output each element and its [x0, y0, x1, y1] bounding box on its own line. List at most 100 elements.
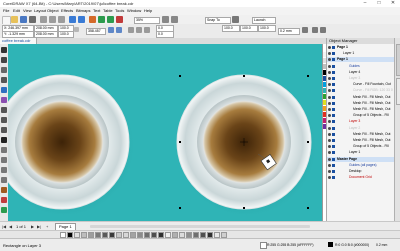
visibility-eye-icon[interactable]	[328, 170, 331, 173]
object-tree-row[interactable]: Desktop	[327, 169, 395, 174]
object-tree-row[interactable]: Layer 3	[327, 76, 395, 81]
crop-tool-icon[interactable]	[1, 67, 7, 73]
print-toggle-icon[interactable]	[332, 120, 335, 124]
print-toggle-icon[interactable]	[332, 108, 335, 111]
print-toggle-icon[interactable]	[332, 176, 335, 180]
visibility-eye-icon[interactable]	[328, 120, 331, 124]
object-tree-row[interactable]: Page 1	[327, 45, 395, 50]
visibility-eye-icon[interactable]	[328, 126, 331, 130]
print-toggle-icon[interactable]	[332, 163, 335, 167]
print-toggle-icon[interactable]	[332, 64, 335, 68]
save-icon[interactable]	[20, 16, 27, 23]
visibility-eye-icon[interactable]	[328, 70, 331, 74]
cut-icon[interactable]	[40, 16, 47, 23]
snap-to-dropdown[interactable]: Snap To	[205, 17, 231, 24]
launch-dropdown[interactable]: Launch	[252, 17, 276, 24]
visibility-eye-icon[interactable]	[328, 145, 331, 149]
visibility-eye-icon[interactable]	[328, 176, 331, 180]
print-toggle-icon[interactable]	[332, 132, 335, 136]
menu-text[interactable]: Text	[92, 8, 101, 14]
print-toggle-icon[interactable]	[332, 151, 335, 155]
open-folder-icon[interactable]	[11, 16, 18, 23]
export-icon[interactable]	[107, 16, 114, 23]
visibility-eye-icon[interactable]	[328, 83, 331, 87]
corner-radius-field-2[interactable]: 0.0	[156, 31, 174, 38]
print-toggle-icon[interactable]	[332, 139, 335, 142]
menu-table[interactable]: Table	[102, 8, 114, 14]
left-cup-coffee[interactable]	[21, 101, 103, 183]
print-toggle-icon[interactable]	[332, 77, 335, 80]
horizontal-scrollbar[interactable]	[90, 225, 310, 228]
visibility-eye-icon[interactable]	[328, 58, 331, 62]
object-tree-row[interactable]: Layer 3	[327, 119, 395, 124]
object-tree-row[interactable]: Layer 1	[327, 150, 395, 155]
next-page-icon[interactable]: ▶	[31, 224, 34, 229]
visibility-eye-icon[interactable]	[328, 52, 331, 56]
zoom-level-select[interactable]: 35%	[134, 17, 160, 24]
transparency-icon[interactable]	[1, 177, 7, 183]
outline-width-field[interactable]: 0.2 mm	[278, 28, 300, 35]
menu-view[interactable]: View	[22, 8, 33, 14]
visibility-eye-icon[interactable]	[328, 46, 331, 49]
object-tree-row[interactable]: Guides	[327, 64, 395, 69]
show-rulers-icon[interactable]	[171, 16, 178, 23]
close-button[interactable]: ✕	[386, 0, 400, 7]
object-tree-row[interactable]: Mesh Fill - Fill Mesh, Out	[327, 132, 395, 137]
print-icon[interactable]	[29, 16, 36, 23]
corner-chamfer-icon[interactable]	[144, 27, 150, 33]
scale-field-2[interactable]: 100.0	[240, 25, 258, 32]
zoom-tool-icon[interactable]	[1, 77, 7, 83]
menu-bitmaps[interactable]: Bitmaps	[75, 8, 91, 14]
menu-object[interactable]: Object	[46, 8, 60, 14]
maximize-button[interactable]: □	[372, 0, 386, 7]
first-page-icon[interactable]: |◀	[2, 224, 6, 229]
paste-icon[interactable]	[58, 16, 65, 23]
object-tree-row[interactable]: Layer 4	[327, 70, 395, 75]
last-page-icon[interactable]: ▶|	[37, 224, 41, 229]
redo-icon[interactable]	[78, 16, 85, 23]
print-toggle-icon[interactable]	[332, 157, 335, 161]
mirror-vertical-icon[interactable]	[116, 27, 122, 33]
print-toggle-icon[interactable]	[332, 114, 335, 118]
outline-color-swatch[interactable]	[328, 242, 333, 247]
print-toggle-icon[interactable]	[332, 89, 335, 93]
visibility-eye-icon[interactable]	[328, 101, 331, 105]
text-tool-icon[interactable]	[1, 137, 7, 143]
object-tree-row[interactable]: Group of 5 Objects - Fill	[327, 113, 395, 118]
object-tree-row[interactable]: Group of 5 Objects - Fill	[327, 144, 395, 149]
minimize-button[interactable]: –	[358, 0, 372, 7]
menu-file[interactable]: File	[2, 8, 10, 14]
visibility-eye-icon[interactable]	[328, 108, 331, 111]
rectangle-tool-icon[interactable]	[1, 107, 7, 113]
print-toggle-icon[interactable]	[332, 58, 335, 62]
menu-help[interactable]: Help	[143, 8, 153, 14]
visibility-eye-icon[interactable]	[328, 95, 331, 99]
object-tree-row[interactable]: Layer 1	[327, 51, 395, 56]
copy-icon[interactable]	[49, 16, 56, 23]
object-tree-row[interactable]: Curve - Fill RGB: 120 33 0	[327, 88, 395, 93]
docker-tab-hints[interactable]	[396, 78, 400, 105]
visibility-eye-icon[interactable]	[328, 64, 331, 68]
print-toggle-icon[interactable]	[332, 83, 335, 87]
menu-edit[interactable]: Edit	[12, 8, 21, 14]
object-tree-row[interactable]: Document Grid	[327, 175, 395, 180]
object-tree-row[interactable]: Master Page	[327, 156, 395, 162]
pick-tool-icon[interactable]	[1, 47, 7, 53]
scale-field-3[interactable]: 100.0	[258, 25, 276, 32]
corner-scallop-icon[interactable]	[136, 27, 142, 33]
object-tree-row[interactable]: Layer 2	[327, 126, 395, 131]
parallel-dimension-icon[interactable]	[1, 147, 7, 153]
object-tree-row[interactable]: Mesh Fill - Fill Mesh, Out	[327, 138, 395, 143]
menu-tools[interactable]: Tools	[114, 8, 125, 14]
scale-field-1[interactable]: 100.0	[222, 25, 240, 32]
visibility-eye-icon[interactable]	[328, 157, 331, 161]
visibility-eye-icon[interactable]	[328, 77, 331, 80]
wrap-text-icon[interactable]	[302, 27, 308, 33]
visibility-eye-icon[interactable]	[328, 132, 331, 136]
print-toggle-icon[interactable]	[332, 145, 335, 149]
height-field[interactable]: 208.00 mm	[34, 31, 58, 38]
prev-page-icon[interactable]: ◀	[9, 224, 12, 229]
mirror-horizontal-icon[interactable]	[108, 27, 114, 33]
eyedropper-icon[interactable]	[1, 187, 7, 193]
menu-effects[interactable]: Effects	[60, 8, 74, 14]
